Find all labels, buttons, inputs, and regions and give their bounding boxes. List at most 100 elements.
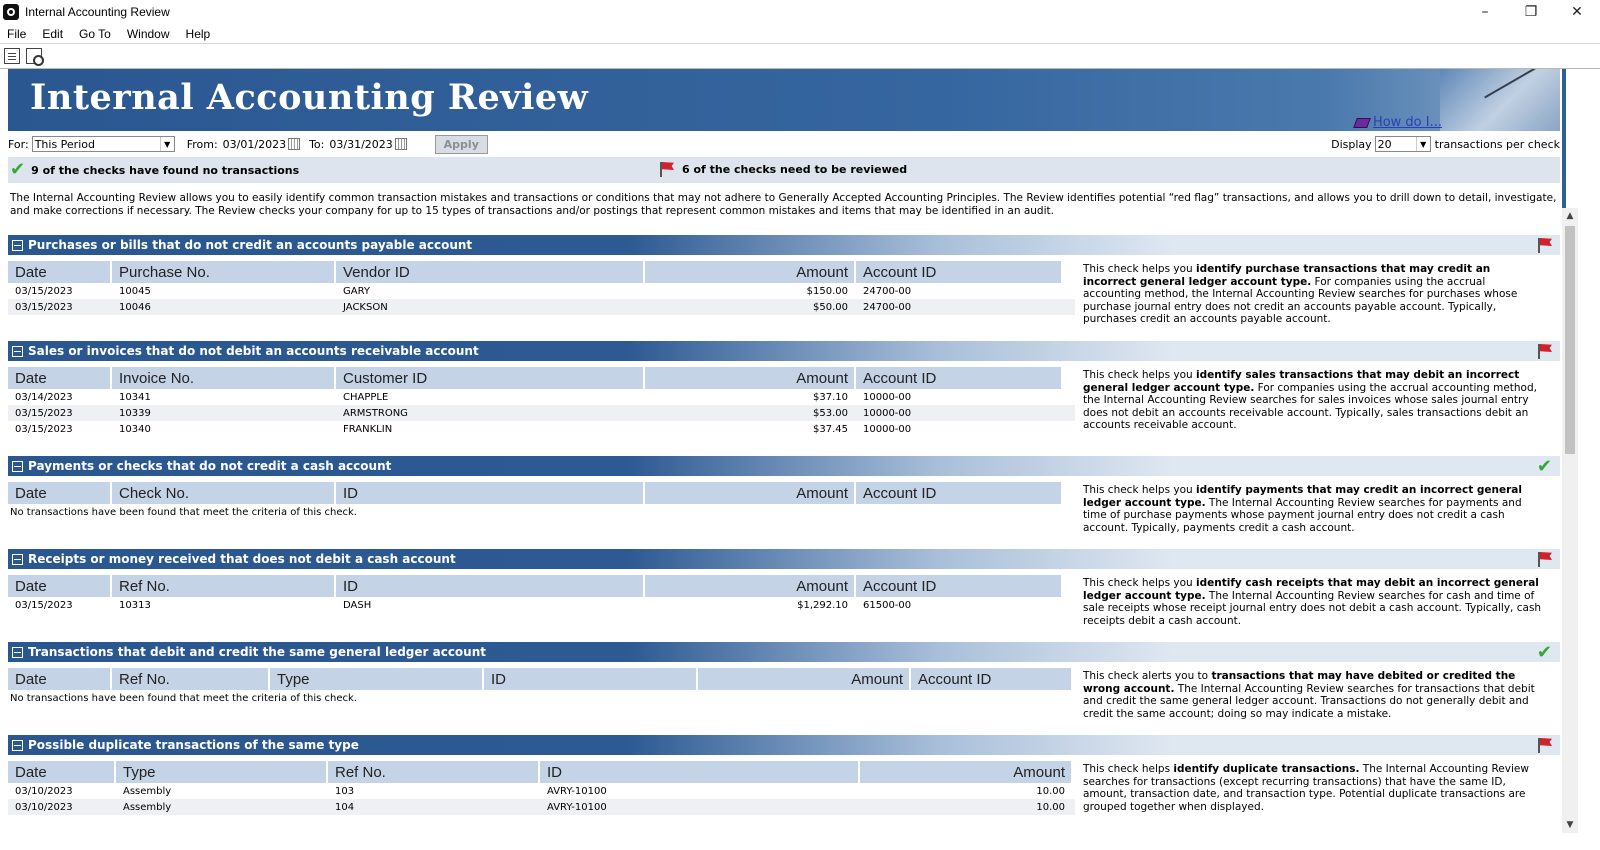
menu-edit[interactable]: Edit [34, 27, 71, 41]
document-icon[interactable] [4, 48, 20, 64]
table-cell: AVRY-10100 [547, 801, 607, 813]
section-header[interactable]: Transactions that debit and credit the s… [8, 642, 1560, 662]
column-header[interactable]: Amount [645, 261, 854, 283]
section-body: Date Ref No. Type ID Amount Account ID No tran… [8, 662, 1560, 735]
how-do-i-text[interactable]: How do I... [1373, 115, 1442, 130]
column-header[interactable]: Date [8, 761, 114, 783]
chevron-down-icon[interactable]: ▼ [159, 137, 174, 151]
table-cell: 03/15/2023 [15, 599, 73, 611]
collapse-icon[interactable] [12, 553, 23, 565]
check-section: Possible duplicate transactions of the s… [8, 735, 1560, 835]
table-row[interactable]: 03/15/2023 10313 DASH $1,292.10 61500-00 [8, 597, 1075, 613]
check-description: This check helps you identify cash recei… [1075, 569, 1545, 642]
column-header[interactable]: Account ID [856, 261, 1061, 283]
print-preview-icon[interactable] [26, 48, 44, 66]
chevron-down-icon[interactable]: ▼ [1415, 137, 1430, 151]
menu-goto[interactable]: Go To [71, 27, 119, 41]
section-body: Date Purchase No. Vendor ID Amount Account I… [8, 255, 1560, 341]
section-status: ✔ [1537, 644, 1552, 662]
column-header[interactable]: Amount [860, 761, 1071, 783]
check-section: Sales or invoices that do not debit an a… [8, 341, 1560, 456]
scroll-thumb[interactable] [1565, 226, 1575, 454]
restore-button[interactable]: ❐ [1508, 0, 1554, 24]
transactions-table: Date Type Ref No. ID Amount 03/10/2023 Assembl… [8, 755, 1075, 835]
collapse-icon[interactable] [12, 345, 23, 357]
column-header[interactable]: ID [484, 668, 696, 690]
column-header[interactable]: ID [336, 482, 643, 504]
apply-button[interactable]: Apply [434, 134, 488, 154]
table-row[interactable]: 03/15/2023 10339 ARMSTRONG $53.00 10000-00 [8, 405, 1075, 421]
minimize-button[interactable]: – [1462, 0, 1508, 24]
section-body: Date Check No. ID Amount Account ID No transa… [8, 476, 1560, 549]
column-header[interactable]: Customer ID [336, 367, 643, 389]
column-header[interactable]: Ref No. [328, 761, 538, 783]
table-row[interactable]: 03/15/2023 10045 GARY $150.00 24700-00 [8, 283, 1075, 299]
collapse-icon[interactable] [12, 239, 23, 251]
column-header[interactable]: Account ID [856, 482, 1061, 504]
column-header[interactable]: Purchase No. [112, 261, 334, 283]
column-header[interactable]: Type [270, 668, 482, 690]
section-header[interactable]: Sales or invoices that do not debit an a… [8, 341, 1560, 361]
column-header[interactable]: Amount [645, 482, 854, 504]
checkmark-icon[interactable]: ✔ [1537, 456, 1552, 477]
red-flag-icon[interactable] [1536, 343, 1552, 359]
column-header[interactable]: Type [116, 761, 326, 783]
red-flag-icon[interactable] [1536, 237, 1552, 253]
check-section: Transactions that debit and credit the s… [8, 642, 1560, 735]
display-count-select[interactable]: 20 ▼ [1374, 136, 1431, 152]
column-header[interactable]: Account ID [856, 575, 1061, 597]
column-header[interactable]: Account ID [911, 668, 1071, 690]
close-button[interactable]: ✕ [1554, 0, 1600, 24]
column-header[interactable]: Ref No. [112, 668, 268, 690]
to-date[interactable]: 03/31/2023 [329, 138, 392, 151]
column-header[interactable]: Invoice No. [112, 367, 334, 389]
table-header: Date Invoice No. Customer ID Amount Account … [8, 367, 1075, 389]
collapse-icon[interactable] [12, 460, 23, 472]
period-select[interactable]: This Period ▼ [31, 136, 175, 152]
table-row[interactable]: 03/15/2023 10046 JACKSON $50.00 24700-00 [8, 299, 1075, 315]
scroll-down-icon[interactable]: ▼ [1562, 817, 1578, 833]
from-calendar-icon[interactable] [288, 138, 301, 150]
column-header[interactable]: Date [8, 367, 110, 389]
column-header[interactable]: Amount [698, 668, 909, 690]
section-header[interactable]: Payments or checks that do not credit a … [8, 456, 1560, 476]
description-intro: This check helps you [1083, 369, 1197, 381]
column-header[interactable]: Amount [645, 367, 854, 389]
menu-window[interactable]: Window [119, 27, 178, 41]
section-header[interactable]: Purchases or bills that do not credit an… [8, 235, 1560, 255]
how-do-i-link[interactable]: How do I... [1353, 115, 1442, 130]
checks-list: Purchases or bills that do not credit an… [8, 235, 1560, 835]
column-header[interactable]: Date [8, 482, 110, 504]
table-row[interactable]: 03/15/2023 10340 FRANKLIN $37.45 10000-00 [8, 421, 1075, 437]
vertical-scrollbar[interactable]: ▲ ▼ [1562, 208, 1578, 833]
section-status [1536, 551, 1552, 570]
section-header[interactable]: Possible duplicate transactions of the s… [8, 735, 1560, 755]
section-header[interactable]: Receipts or money received that does not… [8, 549, 1560, 569]
red-flag-icon[interactable] [1536, 737, 1552, 753]
table-row[interactable]: 03/14/2023 10341 CHAPPLE $37.10 10000-00 [8, 389, 1075, 405]
column-header[interactable]: ID [540, 761, 858, 783]
column-header[interactable]: Date [8, 575, 110, 597]
column-header[interactable]: Check No. [112, 482, 334, 504]
red-flag-icon [658, 161, 674, 177]
checkmark-icon[interactable]: ✔ [1537, 642, 1552, 663]
table-row[interactable]: 03/10/2023 Assembly 104 AVRY-10100 10.00 [8, 799, 1075, 815]
scroll-up-icon[interactable]: ▲ [1562, 208, 1578, 224]
column-header[interactable]: Amount [645, 575, 854, 597]
menu-file[interactable]: File [0, 27, 34, 41]
red-flag-icon[interactable] [1536, 551, 1552, 567]
column-header[interactable]: Date [8, 261, 110, 283]
column-header[interactable]: Vendor ID [336, 261, 643, 283]
table-row[interactable]: 03/10/2023 Assembly 103 AVRY-10100 10.00 [8, 783, 1075, 799]
column-header[interactable]: Account ID [856, 367, 1061, 389]
column-header[interactable]: Ref No. [112, 575, 334, 597]
table-cell: 24700-00 [863, 301, 912, 313]
collapse-icon[interactable] [12, 739, 23, 751]
column-header[interactable]: Date [8, 668, 110, 690]
collapse-icon[interactable] [12, 646, 23, 658]
from-date[interactable]: 03/01/2023 [223, 138, 286, 151]
to-calendar-icon[interactable] [394, 138, 407, 150]
column-header[interactable]: ID [336, 575, 643, 597]
table-cell: 03/14/2023 [15, 391, 73, 403]
menu-help[interactable]: Help [178, 27, 219, 41]
